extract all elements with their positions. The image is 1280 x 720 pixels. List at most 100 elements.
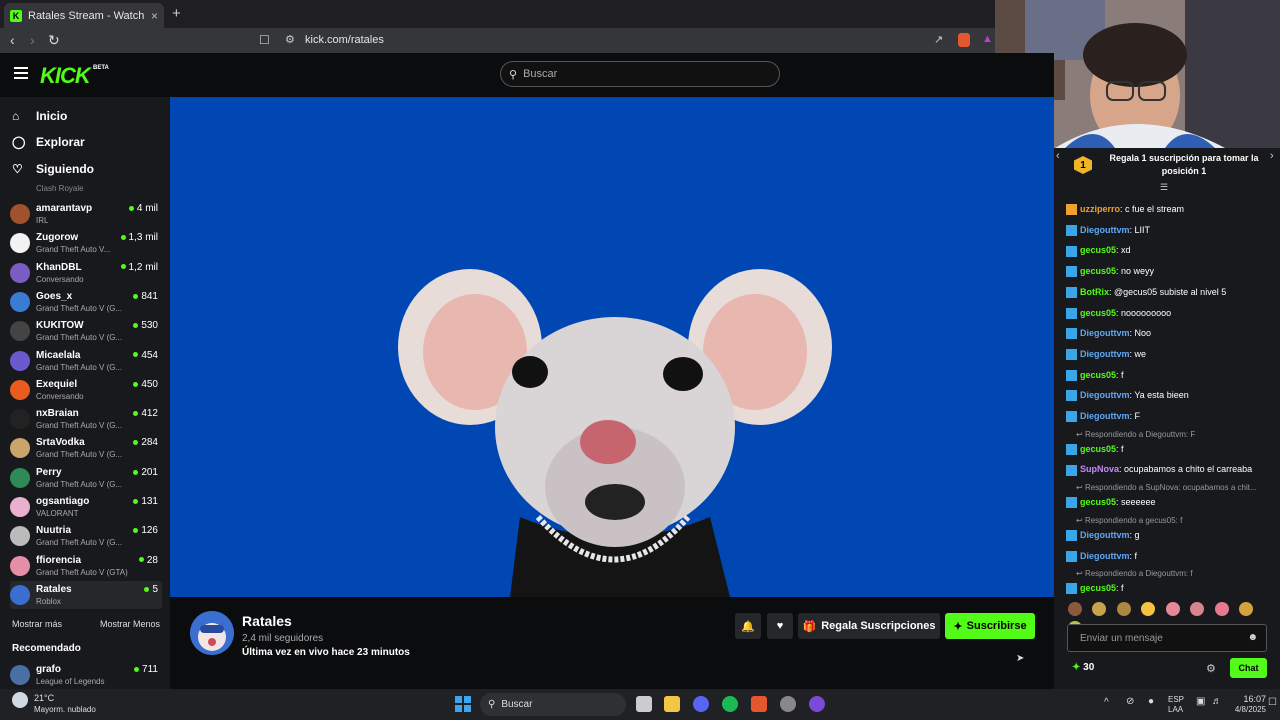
sidebar-channel[interactable]: ffiorencia Grand Theft Auto V (GTA) 28 <box>10 552 162 580</box>
partial-category: Clash Royale <box>36 184 84 193</box>
sidebar-channel[interactable]: Goes_x Grand Theft Auto V (G... 841 <box>10 288 162 316</box>
windows-start-icon[interactable] <box>455 696 471 712</box>
chat-username[interactable]: gecus05 <box>1080 583 1116 593</box>
reload-icon[interactable]: ↻ <box>48 32 60 49</box>
sidebar-channel[interactable]: KUKITOW Grand Theft Auto V (G... 530 <box>10 317 162 345</box>
spotify-icon[interactable] <box>722 696 738 712</box>
new-tab-button[interactable]: + <box>172 5 181 22</box>
chevron-right-icon[interactable]: › <box>1270 150 1274 162</box>
bookmark-icon[interactable]: ☐ <box>259 33 270 47</box>
pinned-text[interactable]: Regala 1 suscripción para tomar la posic… <box>1102 152 1266 178</box>
emote-icon[interactable] <box>1165 602 1180 616</box>
kick-logo[interactable]: KICK <box>40 63 91 89</box>
sidebar-channel[interactable]: Exequiel Conversando 450 <box>10 376 162 404</box>
sidebar-channel[interactable]: ogsantiago VALORANT 131 <box>10 493 162 521</box>
emote-icon[interactable] <box>1068 602 1082 616</box>
streamer-avatar[interactable] <box>190 611 234 655</box>
emote-icon[interactable] <box>1239 602 1254 616</box>
emote-icon[interactable] <box>1116 602 1131 616</box>
network-off-icon[interactable]: ⊘ <box>1126 696 1134 707</box>
chat-username[interactable]: gecus05 <box>1080 266 1116 276</box>
language-code[interactable]: ESP <box>1168 695 1184 704</box>
browser-tab[interactable]: K Ratales Stream - Watch Live on K × <box>4 3 164 28</box>
streamer-name[interactable]: Ratales <box>242 613 292 629</box>
subscribe-button[interactable]: ✦ Suscribirse <box>945 613 1035 639</box>
chat-username[interactable]: gecus05 <box>1080 444 1116 454</box>
chat-username[interactable]: gecus05 <box>1080 308 1116 318</box>
chat-username[interactable]: BotRix <box>1080 287 1109 297</box>
notifications-icon[interactable]: ☐ <box>1268 697 1277 708</box>
notifications-button[interactable]: 🔔 <box>735 613 761 639</box>
site-info-icon[interactable]: ⚙ <box>285 33 295 46</box>
weather-icon[interactable] <box>12 692 28 708</box>
video-player[interactable] <box>170 97 1054 597</box>
gift-subs-button[interactable]: 🎁 Regala Suscripciones <box>798 613 940 639</box>
chat-username[interactable]: Diegouttvm <box>1080 411 1130 421</box>
filter-icon[interactable]: ☰ <box>1160 182 1168 193</box>
clock-time[interactable]: 16:07 <box>1226 694 1266 704</box>
keyboard-layout[interactable]: LAA <box>1168 705 1183 714</box>
chat-input[interactable]: Enviar un mensaje ☻ <box>1067 624 1267 652</box>
show-more-link[interactable]: Mostrar más <box>12 619 62 629</box>
clock-date[interactable]: 4/8/2025 <box>1226 705 1266 714</box>
chat-username[interactable]: uzziperro <box>1080 204 1120 214</box>
channel-points[interactable]: ✦ 30 <box>1072 662 1094 673</box>
sidebar-channel[interactable]: Nuutria Grand Theft Auto V (G... 126 <box>10 522 162 550</box>
gear-icon[interactable]: ⚙ <box>1206 662 1216 675</box>
sidebar-channel[interactable]: nxBraian Grand Theft Auto V (G... 412 <box>10 405 162 433</box>
volume-icon[interactable]: ♬ <box>1212 696 1222 707</box>
menu-icon[interactable] <box>14 67 28 82</box>
share-page-icon[interactable]: ↗ <box>934 33 943 46</box>
back-arrow-icon[interactable]: ‹ <box>10 32 15 48</box>
rewards-icon[interactable]: ▲ <box>982 33 993 45</box>
chat-username[interactable]: SupNova <box>1080 464 1119 474</box>
brave-browser-icon[interactable] <box>751 696 767 712</box>
chat-text: : c fue el stream <box>1120 204 1185 214</box>
sidebar-channel[interactable]: Perry Grand Theft Auto V (G... 201 <box>10 464 162 492</box>
task-view-icon[interactable] <box>636 696 652 712</box>
chevron-left-icon[interactable]: ‹ <box>1056 150 1060 162</box>
sidebar-channel[interactable]: SrtaVodka Grand Theft Auto V (G... 284 <box>10 434 162 462</box>
chat-username[interactable]: Diegouttvm <box>1080 225 1130 235</box>
share-icon[interactable]: ➤ <box>1016 653 1024 664</box>
microphone-icon[interactable]: ● <box>1148 696 1154 707</box>
emote-icon[interactable] <box>1214 602 1229 616</box>
sidebar-channel[interactable]: amarantavp IRL 4 mil <box>10 200 162 228</box>
emote-icon[interactable] <box>1190 602 1205 616</box>
follow-button[interactable]: ♥ <box>767 613 793 639</box>
chat-username[interactable]: gecus05 <box>1080 497 1116 507</box>
sidebar-channel[interactable]: Zugorow Grand Theft Auto V... 1,3 mil <box>10 229 162 257</box>
sidebar-channel[interactable]: KhanDBL Conversando 1,2 mil <box>10 259 162 287</box>
nav-item-explore[interactable]: ◯ Explorar <box>12 135 85 149</box>
app-icon[interactable] <box>809 696 825 712</box>
sidebar-channel[interactable]: Ratales Roblox 5 <box>10 580 162 609</box>
file-explorer-icon[interactable] <box>664 696 680 712</box>
url-field[interactable]: kick.com/ratales <box>305 34 384 46</box>
chat-username[interactable]: Diegouttvm <box>1080 328 1130 338</box>
chat-username[interactable]: Diegouttvm <box>1080 551 1130 561</box>
display-icon[interactable]: ▣ <box>1196 696 1205 707</box>
nav-item-home[interactable]: ⌂ Inicio <box>12 109 67 123</box>
sidebar-channel[interactable]: Micaelala Grand Theft Auto V (G... 454 <box>10 347 162 375</box>
chat-send-button[interactable]: Chat <box>1230 658 1267 678</box>
taskbar-search[interactable]: ⚲ Buscar <box>480 693 626 716</box>
app-icon[interactable] <box>780 696 796 712</box>
chevron-up-icon[interactable]: ^ <box>1104 697 1109 708</box>
brave-shield-icon[interactable] <box>958 33 970 47</box>
nav-item-following[interactable]: ♡ Siguiendo <box>12 162 94 176</box>
emoji-icon[interactable]: ☻ <box>1247 632 1258 643</box>
emote-icon[interactable] <box>1092 602 1107 616</box>
show-less-link[interactable]: Mostrar Menos <box>100 619 160 629</box>
chat-username[interactable]: gecus05 <box>1080 245 1116 255</box>
chat-username[interactable]: gecus05 <box>1080 370 1116 380</box>
chat-username[interactable]: Diegouttvm <box>1080 390 1130 400</box>
search-input[interactable]: ⚲ Buscar <box>500 61 780 87</box>
gift-icon: 🎁 <box>802 620 817 633</box>
tab-close-icon[interactable]: × <box>151 9 158 23</box>
chat-username[interactable]: Diegouttvm <box>1080 530 1130 540</box>
recommended-channel[interactable]: grafo League of Legends 711 <box>10 661 162 689</box>
emote-icon[interactable] <box>1141 602 1156 616</box>
chat-username[interactable]: Diegouttvm <box>1080 349 1130 359</box>
forward-arrow-icon[interactable]: › <box>30 32 35 48</box>
discord-icon[interactable] <box>693 696 709 712</box>
